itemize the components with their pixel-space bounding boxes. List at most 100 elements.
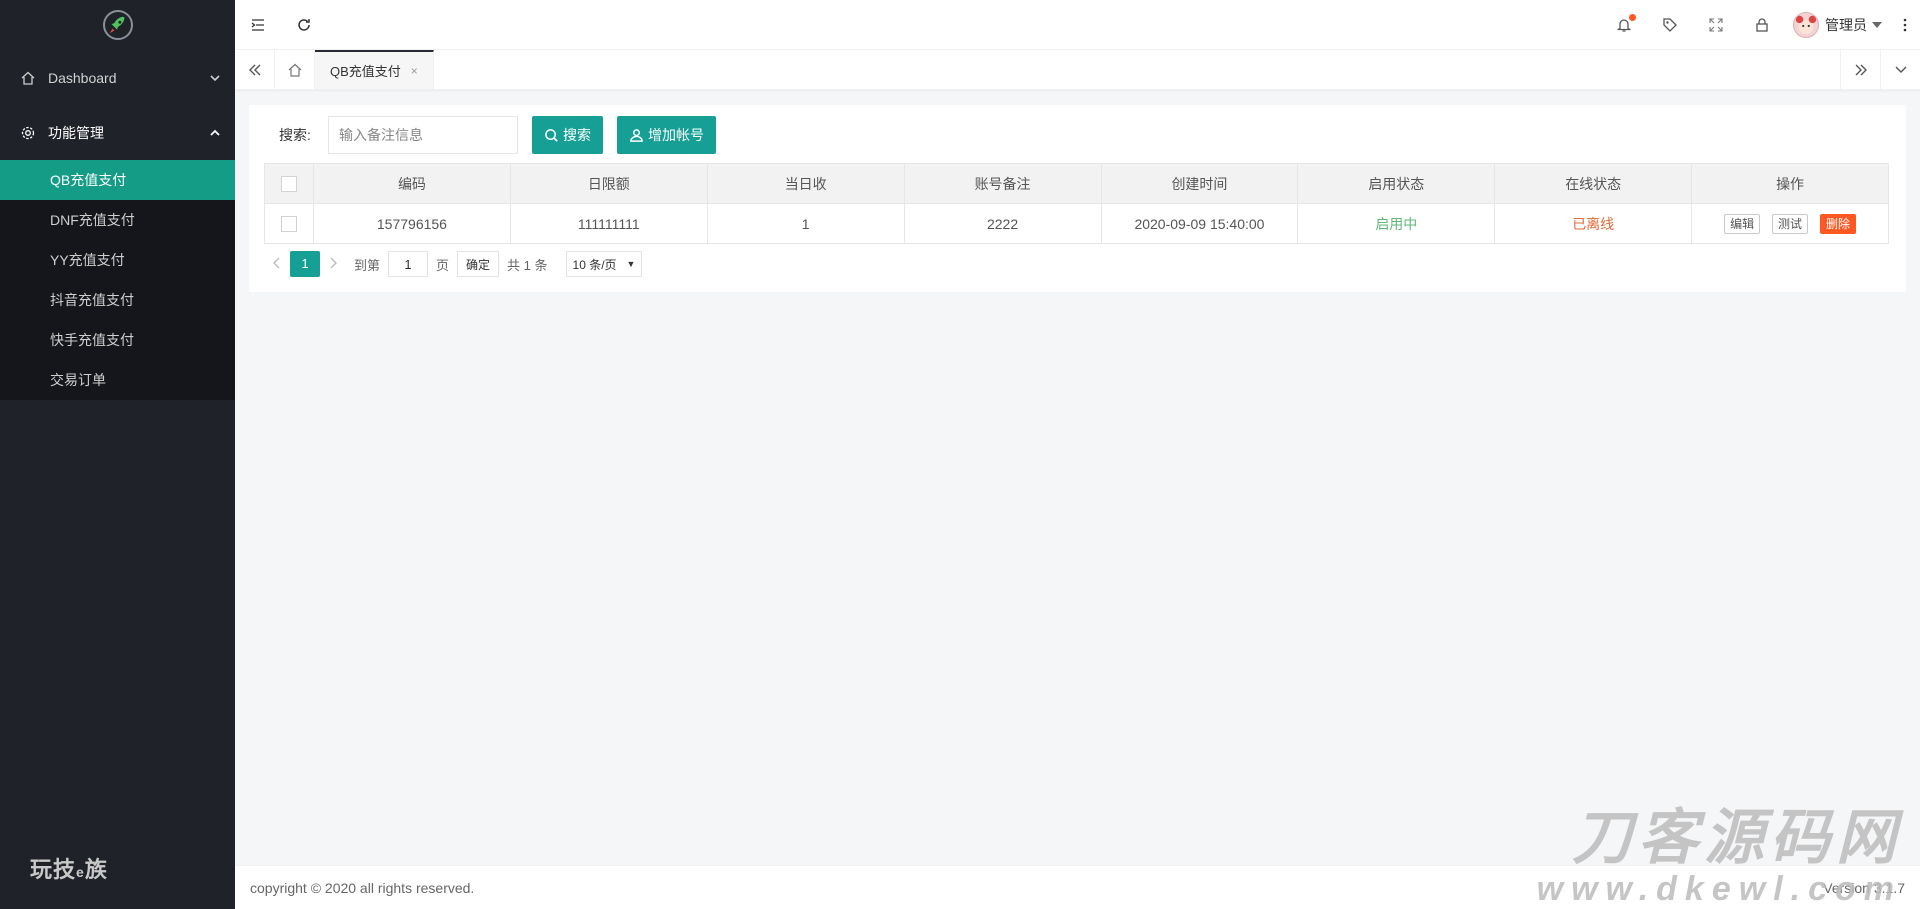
top-header: 管理员 (235, 0, 1920, 50)
fullscreen-button[interactable] (1693, 0, 1739, 50)
col-online-status[interactable]: 在线状态 (1494, 163, 1693, 204)
cell-today-received: 1 (706, 203, 905, 244)
tab-qb-pay-label: QB充值支付 (330, 64, 401, 79)
select-all-checkbox[interactable] (281, 176, 297, 193)
close-icon[interactable]: × (411, 64, 418, 78)
menu-feature-label: 功能管理 (48, 124, 104, 141)
more-button[interactable] (1890, 0, 1920, 50)
more-vertical-icon (1903, 18, 1907, 31)
pagination: 1 到第 页 确定 共 1 条 10 条/页 ▼ (264, 244, 1891, 284)
lock-screen-button[interactable] (1739, 0, 1785, 50)
caret-down-icon (1872, 21, 1882, 28)
page-size-value: 10 条/页 (572, 257, 617, 272)
cell-online-status: 已离线 (1494, 203, 1693, 244)
caret-down-icon: ▼ (626, 259, 636, 269)
indent-icon (251, 18, 264, 31)
user-menu[interactable]: 管理员 (1785, 0, 1890, 50)
cell-daily-limit: 111111111 (509, 203, 708, 244)
tab-options-button[interactable] (1880, 50, 1920, 89)
row-select-cell (264, 203, 314, 244)
refresh-button[interactable] (281, 0, 327, 50)
version-text: Version 3.1.7 (1823, 879, 1905, 896)
search-input[interactable] (328, 116, 518, 154)
user-name: 管理员 (1825, 16, 1867, 33)
cell-actions: 编辑 测试 删除 (1691, 203, 1889, 244)
sidebar-item-douyin-pay[interactable]: 抖音充值支付 (0, 280, 235, 320)
edit-button[interactable]: 编辑 (1724, 213, 1761, 234)
sidebar-item-orders[interactable]: 交易订单 (0, 360, 235, 400)
notification-button[interactable] (1601, 0, 1647, 50)
goto-page-input[interactable] (388, 251, 429, 277)
brand-logo-text: 玩技e族 (30, 852, 108, 884)
tag-icon (1663, 17, 1677, 32)
brand-part-1: 玩技 (30, 857, 77, 882)
next-page-button[interactable] (320, 256, 346, 273)
delete-button[interactable]: 删除 (1819, 213, 1856, 234)
search-bar: 搜索: 搜索 增加帐号 (264, 115, 1891, 155)
total-count: 共 1 条 (507, 257, 548, 273)
home-icon (20, 70, 36, 86)
select-all-cell (264, 163, 314, 204)
col-created-at[interactable]: 创建时间 (1100, 163, 1299, 204)
goto-label: 到第 (354, 257, 381, 273)
double-chevron-right-icon (1855, 64, 1867, 75)
goto-confirm-button[interactable]: 确定 (457, 251, 500, 277)
main-card: 搜索: 搜索 增加帐号 编码 日限额 当日收 账号备注 创建时间 启用状态 在线… (249, 105, 1906, 292)
tab-scroll-right-button[interactable] (1840, 50, 1880, 89)
toggle-sidebar-button[interactable] (235, 0, 281, 50)
menu-dashboard[interactable]: Dashboard (0, 50, 235, 105)
double-chevron-left-icon (248, 64, 260, 75)
search-button-label: 搜索 (563, 127, 591, 143)
fullscreen-icon (1709, 17, 1723, 32)
page-number-current[interactable]: 1 (290, 251, 320, 277)
col-remark[interactable]: 账号备注 (903, 163, 1102, 204)
theme-button[interactable] (1647, 0, 1693, 50)
prev-page-button[interactable] (264, 256, 290, 273)
gear-icon (20, 125, 36, 141)
table-row: 157796156 111111111 1 2222 2020-09-09 15… (264, 203, 1889, 244)
refresh-icon (298, 18, 310, 31)
row-checkbox[interactable] (281, 216, 297, 233)
page-unit-label: 页 (436, 257, 450, 273)
user-add-icon (630, 128, 643, 142)
col-code[interactable]: 编码 (313, 163, 511, 204)
sidebar-item-yy-pay[interactable]: YY充值支付 (0, 240, 235, 280)
chevron-up-icon (209, 127, 221, 139)
bell-icon (1616, 13, 1636, 33)
cell-enabled-status: 启用中 (1297, 203, 1496, 244)
tab-home[interactable] (275, 50, 315, 89)
test-button[interactable]: 测试 (1772, 213, 1809, 234)
home-icon (288, 63, 301, 77)
col-enabled-status[interactable]: 启用状态 (1297, 163, 1496, 204)
menu-dashboard-label: Dashboard (48, 69, 117, 86)
menu-feature-management[interactable]: 功能管理 (0, 105, 235, 160)
table-header-row: 编码 日限额 当日收 账号备注 创建时间 启用状态 在线状态 操作 (264, 163, 1889, 204)
sidebar-item-qb-pay[interactable]: QB充值支付 (0, 160, 235, 200)
submenu: QB充值支付 DNF充值支付 YY充值支付 抖音充值支付 快手充值支付 交易订单 (0, 160, 235, 400)
sidebar: Dashboard 功能管理 QB充值支付 DNF充值支付 YY充值支付 抖音充… (0, 0, 235, 909)
tab-scroll-left-button[interactable] (235, 50, 275, 89)
add-account-button[interactable]: 增加帐号 (617, 116, 716, 154)
footer: copyright © 2020 all rights reserved. Ve… (235, 865, 1920, 909)
watermark-title: 刀客源码网 (1572, 804, 1902, 871)
chevron-left-icon (273, 257, 280, 268)
sidebar-item-kuaishou-pay[interactable]: 快手充值支付 (0, 320, 235, 360)
logo[interactable] (0, 0, 235, 50)
notification-dot (1629, 13, 1636, 21)
col-daily-limit[interactable]: 日限额 (509, 163, 708, 204)
search-icon (545, 128, 558, 142)
tab-qb-pay[interactable]: QB充值支付 × (315, 50, 434, 89)
page-size-select[interactable]: 10 条/页 ▼ (565, 251, 643, 277)
sidebar-item-dnf-pay[interactable]: DNF充值支付 (0, 200, 235, 240)
brand-part-2: e (76, 864, 85, 880)
tab-bar: QB充值支付 × (235, 50, 1920, 90)
add-account-label: 增加帐号 (648, 127, 704, 143)
col-today-received[interactable]: 当日收 (706, 163, 905, 204)
chevron-down-icon (1895, 66, 1906, 73)
accounts-table: 编码 日限额 当日收 账号备注 创建时间 启用状态 在线状态 操作 157796… (264, 163, 1889, 244)
cell-created-at: 2020-09-09 15:40:00 (1100, 203, 1299, 244)
search-button[interactable]: 搜索 (532, 116, 603, 154)
avatar (1793, 11, 1819, 38)
cell-code: 157796156 (313, 203, 511, 244)
col-actions: 操作 (1691, 163, 1889, 204)
